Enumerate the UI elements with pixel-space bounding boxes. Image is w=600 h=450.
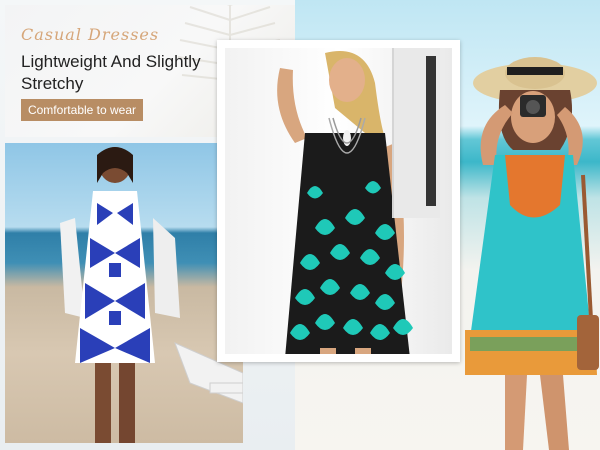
script-title: Casual Dresses [21,25,160,44]
headline-line-1: Lightweight And Slightly [21,52,201,71]
headline-line-2: Stretchy [21,74,84,93]
window-shutter [392,48,440,218]
woman-in-turquoise-dress-photo [465,57,599,450]
center-photo-frame [217,40,460,362]
product-collage: Casual Dresses Lightweight And Slightly … [0,0,600,450]
woman-in-blue-dress-photo [5,143,243,443]
blue-dress-model [60,147,243,443]
woman-in-black-leaf-dress-photo [225,48,452,354]
comfort-badge: Comfortable to wear [21,99,143,121]
